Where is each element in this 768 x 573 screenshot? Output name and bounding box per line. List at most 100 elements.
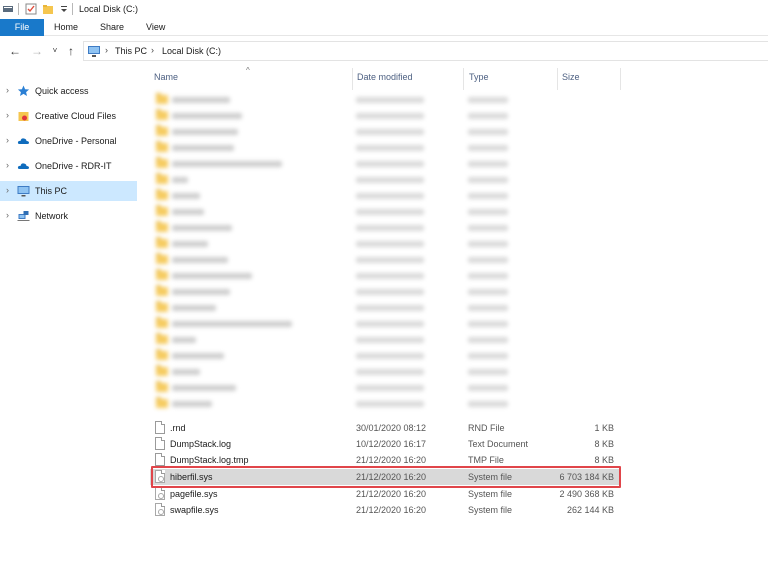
address-chevron-icon[interactable]: › <box>151 45 154 55</box>
address-chevron-icon[interactable]: › <box>105 45 108 55</box>
blurred-folder-row[interactable] <box>150 188 620 204</box>
blurred-folder-row[interactable] <box>150 380 620 396</box>
blurred-folder-row[interactable] <box>150 252 620 268</box>
sidebar-item-onedrive-rdr-it[interactable]: › OneDrive - RDR-IT <box>0 156 137 176</box>
file-name: DumpStack.log <box>170 439 232 449</box>
column-header-type[interactable]: Type <box>469 72 489 88</box>
title-bar: Local Disk (C:) <box>0 0 768 19</box>
file-type: RND File <box>468 423 505 433</box>
file-row-pagefile-sys[interactable]: pagefile.sys 21/12/2020 16:20 System fil… <box>150 486 620 502</box>
file-size: 6 703 184 KB <box>559 472 614 482</box>
file-row-dumpstack-log[interactable]: DumpStack.log 10/12/2020 16:17 Text Docu… <box>150 436 620 452</box>
up-arrow-icon[interactable]: ↑ <box>64 44 78 58</box>
folder-icon <box>156 157 168 168</box>
blurred-folder-row[interactable] <box>150 204 620 220</box>
back-arrow-icon[interactable]: ← <box>8 44 22 58</box>
new-folder-icon[interactable] <box>42 3 54 15</box>
sidebar-item-label: OneDrive - Personal <box>35 136 117 146</box>
column-divider[interactable] <box>620 68 621 90</box>
checkbox-icon[interactable] <box>25 3 37 15</box>
folder-icon <box>156 349 168 360</box>
folder-icon <box>156 237 168 248</box>
file-date: 21/12/2020 16:20 <box>356 505 427 515</box>
column-header-name[interactable]: Name <box>154 72 178 88</box>
blurred-folder-row[interactable] <box>150 124 620 140</box>
sidebar-item-quick-access[interactable]: › Quick access <box>0 81 137 101</box>
expand-chevron-icon[interactable]: › <box>6 135 9 145</box>
file-icon <box>155 453 165 466</box>
blurred-folder-row[interactable] <box>150 316 620 332</box>
sidebar-item-label: Network <box>35 211 69 221</box>
file-row-swapfile-sys[interactable]: swapfile.sys 21/12/2020 16:20 System fil… <box>150 502 620 518</box>
folder-icon <box>156 269 168 280</box>
file-size: 262 144 KB <box>566 505 614 515</box>
tab-home[interactable]: Home <box>54 19 78 36</box>
folder-icon <box>156 397 168 408</box>
blurred-folder-row[interactable] <box>150 364 620 380</box>
file-size: 2 490 368 KB <box>559 489 614 499</box>
blurred-folder-row[interactable] <box>150 172 620 188</box>
blurred-folder-list <box>150 92 620 414</box>
expand-chevron-icon[interactable]: › <box>6 210 9 220</box>
title-separator <box>18 3 19 15</box>
column-header-date-modified[interactable]: Date modified <box>357 72 413 88</box>
file-date: 21/12/2020 16:20 <box>356 472 427 482</box>
folder-icon <box>156 205 168 216</box>
blurred-folder-row[interactable] <box>150 108 620 124</box>
sidebar-item-creative-cloud-files[interactable]: › Creative Cloud Files <box>0 106 137 126</box>
blurred-folder-row[interactable] <box>150 220 620 236</box>
breadcrumb-local-disk[interactable]: Local Disk (C:) <box>162 46 221 56</box>
column-divider[interactable] <box>557 68 558 90</box>
sidebar-item-label: Creative Cloud Files <box>35 111 117 121</box>
folder-icon <box>156 381 168 392</box>
expand-chevron-icon[interactable]: › <box>6 85 9 95</box>
blurred-folder-row[interactable] <box>150 332 620 348</box>
blurred-folder-row[interactable] <box>150 284 620 300</box>
file-row-rnd[interactable]: .rnd 30/01/2020 08:12 RND File 1 KB <box>150 420 620 436</box>
file-type: Text Document <box>468 439 529 449</box>
system-file-icon <box>155 470 165 483</box>
folder-icon <box>156 141 168 152</box>
breadcrumb-this-pc[interactable]: This PC <box>115 46 147 56</box>
file-icon <box>155 421 165 434</box>
file-type: System file <box>468 472 513 482</box>
sidebar-item-network[interactable]: › Network <box>0 206 137 226</box>
expand-chevron-icon[interactable]: › <box>6 185 9 195</box>
properties-icon[interactable] <box>2 3 14 15</box>
tab-view[interactable]: View <box>146 19 165 36</box>
column-divider[interactable] <box>463 68 464 90</box>
column-header-size[interactable]: Size <box>562 72 580 88</box>
blurred-folder-row[interactable] <box>150 268 620 284</box>
tab-share[interactable]: Share <box>100 19 124 36</box>
sort-ascending-icon: ^ <box>246 66 250 75</box>
expand-chevron-icon[interactable]: › <box>6 160 9 170</box>
tab-file[interactable]: File <box>0 19 44 36</box>
address-bar[interactable]: › This PC › Local Disk (C:) <box>83 41 768 61</box>
file-size: 8 KB <box>594 439 614 449</box>
computer-icon <box>17 186 30 197</box>
file-name: .rnd <box>170 423 186 433</box>
blurred-folder-row[interactable] <box>150 140 620 156</box>
blurred-folder-row[interactable] <box>150 348 620 364</box>
file-row-dumpstack-log-tmp[interactable]: DumpStack.log.tmp 21/12/2020 16:20 TMP F… <box>150 452 620 468</box>
file-row-hiberfil-sys[interactable]: hiberfil.sys 21/12/2020 16:20 System fil… <box>150 469 620 485</box>
blurred-folder-row[interactable] <box>150 156 620 172</box>
blurred-folder-row[interactable] <box>150 300 620 316</box>
folder-icon <box>156 189 168 200</box>
system-file-icon <box>155 503 165 516</box>
file-date: 30/01/2020 08:12 <box>356 423 427 433</box>
customize-toolbar-icon[interactable] <box>58 3 70 15</box>
sidebar-item-this-pc[interactable]: › This PC <box>0 181 137 201</box>
blurred-folder-row[interactable] <box>150 396 620 412</box>
column-divider[interactable] <box>352 68 353 90</box>
blurred-folder-row[interactable] <box>150 236 620 252</box>
file-date: 10/12/2020 16:17 <box>356 439 427 449</box>
cloud-icon <box>17 138 29 144</box>
sidebar-item-onedrive-personal[interactable]: › OneDrive - Personal <box>0 131 137 151</box>
expand-chevron-icon[interactable]: › <box>6 110 9 120</box>
folder-icon <box>156 285 168 296</box>
blurred-folder-row[interactable] <box>150 92 620 108</box>
recent-locations-chevron-icon[interactable]: ˅ <box>48 44 62 58</box>
forward-arrow-icon[interactable]: → <box>30 44 44 58</box>
navigation-bar: ← → ˅ ↑ › This PC › Local Disk (C:) <box>0 37 768 65</box>
